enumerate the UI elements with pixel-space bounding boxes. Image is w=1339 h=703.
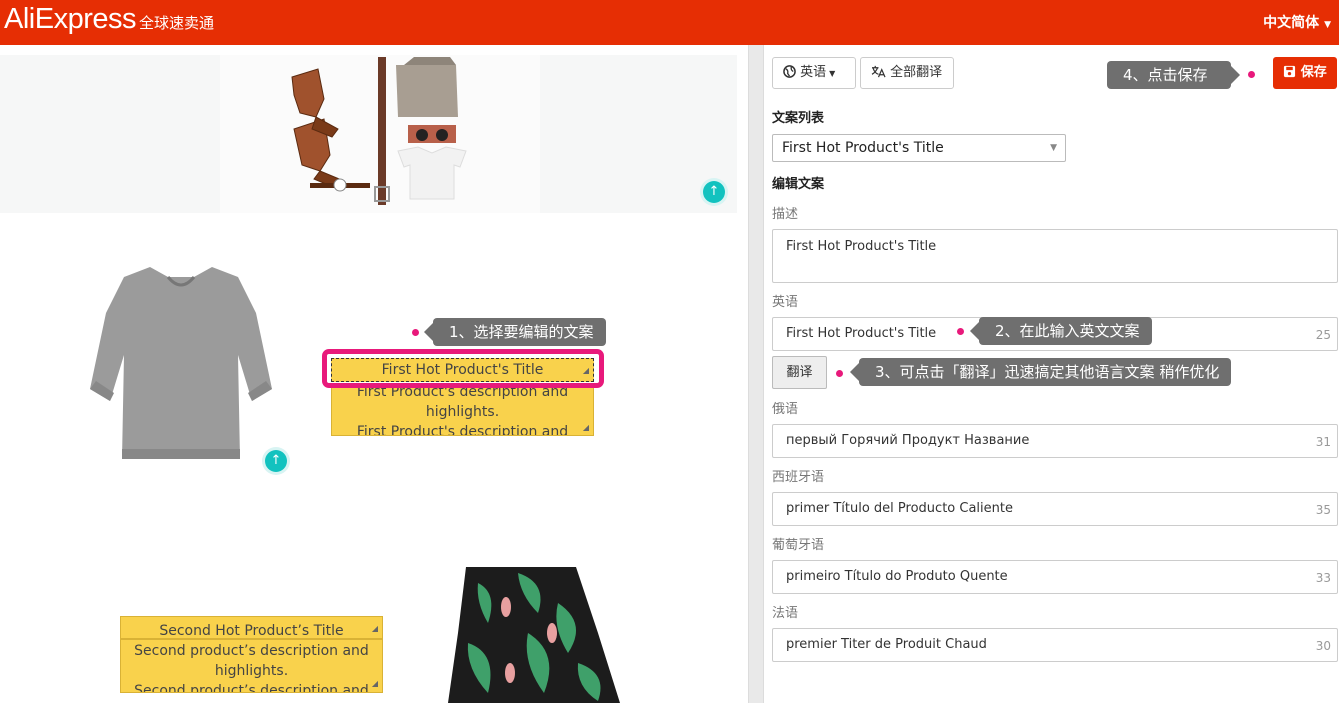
description-label: 描述 (772, 207, 799, 222)
edit-copy-label: 编辑文案 (772, 177, 825, 192)
spanish-value: primer Título del Producto Caliente (786, 501, 1013, 516)
copy-list-selected: First Hot Product's Title (782, 140, 944, 156)
description-textarea[interactable]: First Hot Product's Title (772, 229, 1338, 283)
product1-desc-line: highlights. (425, 404, 500, 420)
move-up-icon[interactable]: ↑ (265, 450, 287, 472)
translate-icon (871, 65, 886, 78)
resize-handle-icon[interactable]: ◢ (371, 625, 379, 633)
product2-title: Second Hot Product’s Title (159, 623, 344, 639)
portuguese-input[interactable]: primeiro Título do Produto Quente 33 (772, 560, 1338, 594)
copy-list-select[interactable]: First Hot Product's Title ▼ (772, 134, 1066, 162)
logo-text: AliExpress (4, 3, 137, 35)
tip-dot (836, 370, 843, 377)
russian-label: 俄语 (772, 402, 799, 417)
tip-step3: 3、可点击「翻译」迅速搞定其他语言文案 稍作优化 (849, 358, 1232, 386)
top-bar: AliExpress 全球速卖通 中文简体 ▼ (0, 0, 1339, 45)
french-value: premier Titer de Produit Chaud (786, 637, 987, 652)
caret-down-icon: ▼ (1324, 20, 1331, 30)
product2-desc-line: highlights. (214, 663, 289, 679)
translate-all-label: 全部翻译 (890, 65, 943, 80)
move-up-icon[interactable]: ↑ (703, 181, 725, 203)
char-count: 33 (1315, 571, 1331, 585)
selection-highlight (322, 349, 604, 388)
product2-title-box[interactable]: Second Hot Product’s Title ◢ (120, 616, 383, 639)
skirt-image[interactable] (448, 563, 626, 703)
tip-step1: 1、选择要编辑的文案 (424, 318, 606, 346)
spanish-label: 西班牙语 (772, 470, 825, 485)
char-count: 25 (1315, 328, 1331, 342)
char-count: 35 (1315, 503, 1331, 517)
tip-dot (957, 328, 964, 335)
language-dropdown-button[interactable]: 英语 ▼ (772, 57, 856, 89)
translate-all-button[interactable]: 全部翻译 (860, 57, 954, 89)
save-label: 保存 (1300, 65, 1327, 80)
globe-icon (783, 65, 796, 78)
flatlay-illustration (291, 57, 467, 205)
french-input[interactable]: premier Titer de Produit Chaud 30 (772, 628, 1338, 662)
product1-desc-line: First Product's description and (356, 424, 569, 436)
translate-label: 翻译 (786, 365, 813, 380)
russian-value: первый Горячий Продукт Название (786, 433, 1030, 448)
aliexpress-logo[interactable]: AliExpress 全球速卖通 (4, 3, 214, 41)
resize-handle-icon[interactable]: ◢ (371, 680, 379, 688)
product2-desc-line: Second product’s description and (134, 683, 369, 693)
char-count: 30 (1315, 639, 1331, 653)
russian-input[interactable]: первый Горячий Продукт Название 31 (772, 424, 1338, 458)
language-dropdown-label: 英语 (800, 65, 827, 80)
product1-desc-box[interactable]: First Product's description and highligh… (331, 385, 594, 436)
panel-splitter[interactable] (748, 45, 764, 703)
save-button[interactable]: 保存 (1273, 57, 1337, 89)
translate-button[interactable]: 翻译 (772, 356, 827, 389)
logo-subtitle: 全球速卖通 (139, 14, 215, 32)
caret-down-icon: ▼ (1050, 143, 1057, 153)
tip-step2: 2、在此输入英文文案 (970, 317, 1152, 345)
sweater-image[interactable] (88, 263, 274, 468)
english-value: First Hot Product's Title (786, 326, 937, 341)
product2-desc-line: Second product’s description and (134, 643, 369, 659)
char-count: 31 (1315, 435, 1331, 449)
product2-desc-box[interactable]: Second product’s description and highlig… (120, 639, 383, 693)
caret-down-icon: ▼ (829, 69, 836, 78)
language-switcher[interactable]: 中文简体 ▼ (1263, 12, 1331, 32)
description-value: First Hot Product's Title (786, 239, 937, 254)
copy-list-label: 文案列表 (772, 111, 825, 126)
english-label: 英语 (772, 295, 799, 310)
save-icon (1284, 65, 1296, 78)
tip-step4: 4、点击保存 (1107, 61, 1240, 89)
design-canvas: ↑ ↑ First Hot Product's Title ◢ First Pr… (0, 45, 748, 703)
portuguese-label: 葡萄牙语 (772, 538, 825, 553)
edit-panel: 英语 ▼ 全部翻译 4、点击保存 保存 文案列表 First Hot Produc… (764, 45, 1339, 703)
banner-photo (220, 55, 540, 213)
language-label: 中文简体 (1263, 15, 1320, 31)
banner-image[interactable] (0, 55, 737, 213)
spanish-input[interactable]: primer Título del Producto Caliente 35 (772, 492, 1338, 526)
tip-dot (1248, 71, 1255, 78)
tip-dot (412, 329, 419, 336)
portuguese-value: primeiro Título do Produto Quente (786, 569, 1008, 584)
resize-handle-icon[interactable]: ◢ (582, 424, 590, 432)
french-label: 法语 (772, 606, 799, 621)
